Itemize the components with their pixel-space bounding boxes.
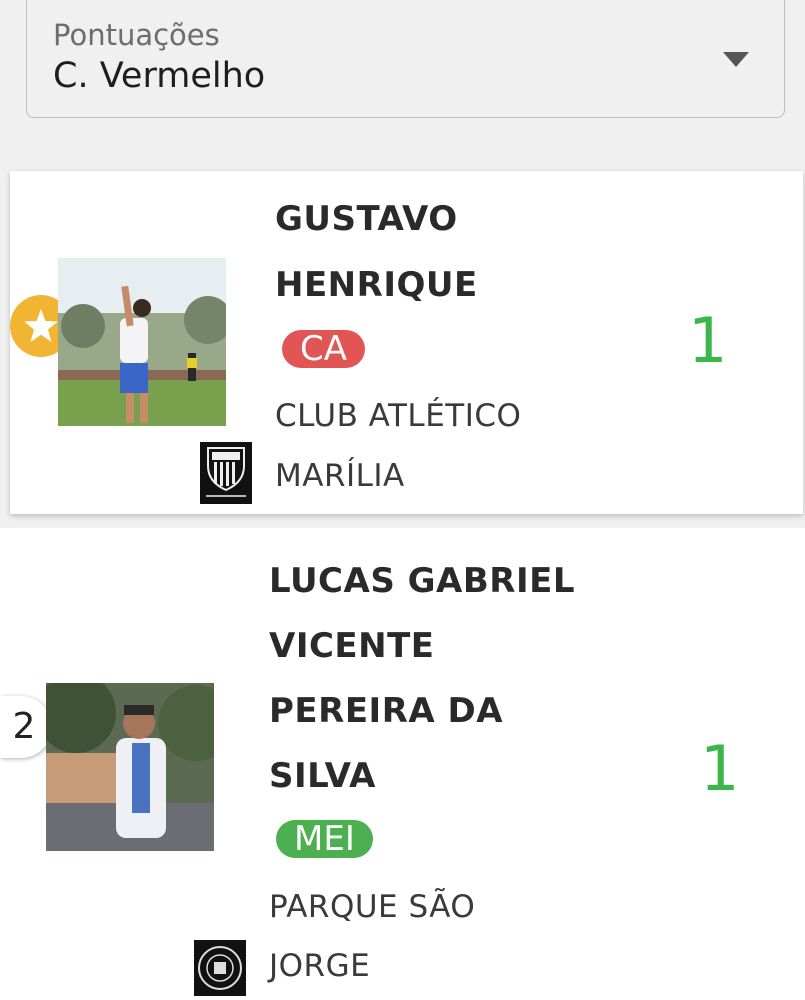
club-name-line: CLUB ATLÉTICO xyxy=(275,398,522,434)
club-name-line: PARQUE SÃO xyxy=(269,889,476,925)
player-name-line: PEREIRA DA xyxy=(269,691,504,731)
player-name-line: GUSTAVO xyxy=(275,199,458,239)
select-label: Pontuações xyxy=(53,18,220,52)
player-score: 1 xyxy=(700,732,740,805)
player-name-line: VICENTE xyxy=(269,626,435,666)
position-badge: CA xyxy=(282,330,365,368)
club-crest xyxy=(200,442,252,504)
club-crest xyxy=(194,940,246,996)
player-score: 1 xyxy=(688,304,728,377)
scoring-select[interactable]: Pontuações C. Vermelho xyxy=(26,0,785,118)
player-name-line: LUCAS GABRIEL xyxy=(269,561,576,601)
club-name-line: MARÍLIA xyxy=(275,458,405,494)
club-name-line: JORGE xyxy=(269,948,371,984)
player-name-line: HENRIQUE xyxy=(275,265,478,305)
position-badge: MEI xyxy=(276,820,373,858)
player-photo xyxy=(58,258,226,426)
select-value: C. Vermelho xyxy=(53,56,266,96)
chevron-down-icon[interactable] xyxy=(723,52,749,67)
player-name-line: SILVA xyxy=(269,756,376,796)
player-photo xyxy=(46,683,214,851)
